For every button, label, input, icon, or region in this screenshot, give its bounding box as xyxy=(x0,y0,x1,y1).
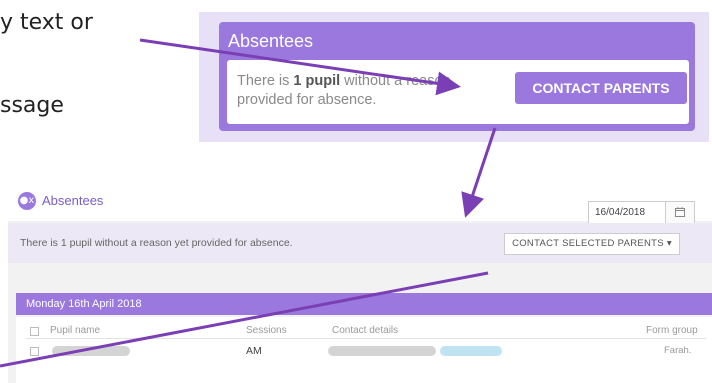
arrow-to-table xyxy=(0,271,489,368)
arrow-callout-to-panel xyxy=(461,127,497,218)
arrow-to-callout xyxy=(139,38,461,96)
annotation-arrows xyxy=(0,38,497,368)
